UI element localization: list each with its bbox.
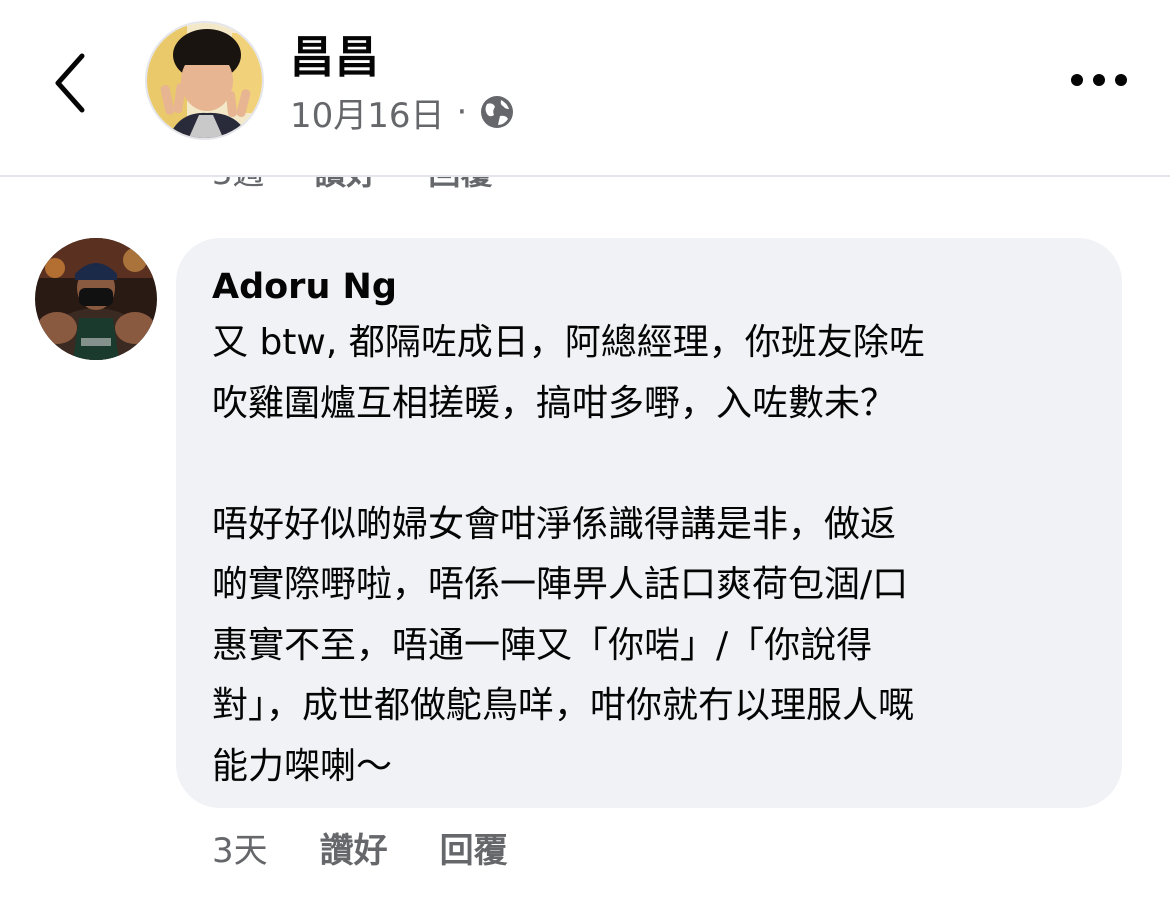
- comment-line: 惠實不至，唔通一陣又「你啱」/「你說得: [212, 624, 873, 666]
- poster-name[interactable]: 昌昌: [290, 30, 380, 86]
- comment-line: 又 btw, 都隔咗成日，阿總經理，你班友除咗: [212, 322, 925, 363]
- comment-line: 能力㗎喇～: [212, 745, 393, 787]
- comment-time[interactable]: 3天: [212, 823, 268, 872]
- like-button[interactable]: 讚好: [320, 823, 388, 872]
- comment-actions: 3天 讚好 回覆: [212, 823, 560, 872]
- post-date[interactable]: 10月16日: [290, 88, 445, 137]
- meta-separator: ·: [456, 92, 468, 132]
- post-meta: 10月16日 ·: [290, 88, 515, 137]
- chevron-left-icon: [55, 53, 85, 113]
- comment-text: 又 btw, 都隔咗成日，阿總經理，你班友除咗 吹雞圍爐互相搓暖，搞咁多嘢，入咗…: [212, 313, 1092, 797]
- comment-line: 啲實際嘢啦，唔係一陣畀人話口爽荷包涸/口: [212, 564, 909, 605]
- more-dots-icon: [1071, 74, 1127, 86]
- comment-line: 唔好好似啲婦女會咁淨係識得講是非，做返: [212, 503, 897, 545]
- poster-avatar[interactable]: [145, 21, 264, 140]
- back-button[interactable]: [44, 48, 100, 118]
- comment-line: 吹雞圍爐互相搓暖，搞咁多嘢，入咗數未？: [212, 382, 897, 424]
- post-header: 昌昌 10月16日 ·: [0, 0, 1170, 177]
- comment-author[interactable]: Adoru Ng: [212, 264, 397, 310]
- more-options-button[interactable]: [1066, 58, 1132, 102]
- reply-button[interactable]: 回覆: [440, 823, 508, 872]
- globe-icon: [481, 96, 514, 128]
- comment-line: 對」，成世都做鴕鳥咩，咁你就冇以理服人嘅: [212, 685, 915, 726]
- commenter-avatar[interactable]: [35, 238, 157, 360]
